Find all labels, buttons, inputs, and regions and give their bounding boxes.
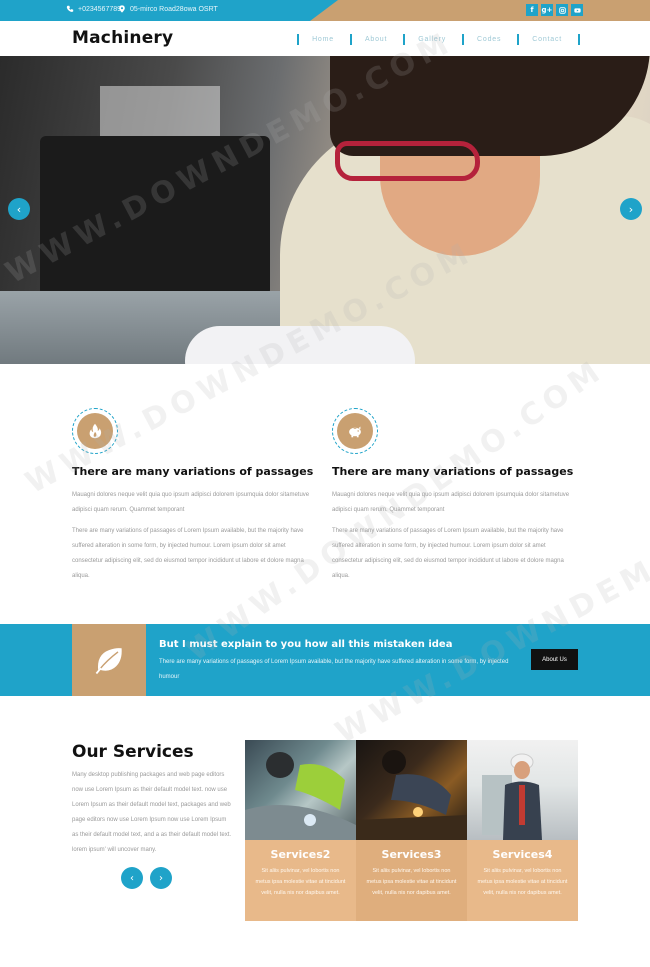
services-next-button[interactable]: › <box>150 867 172 889</box>
main-nav: Home About Gallery Codes Contact <box>297 34 580 45</box>
piggy-bank-icon <box>337 413 373 449</box>
facebook-icon[interactable]: f <box>526 4 538 16</box>
feature-body-text: There are many variations of passages of… <box>72 528 304 579</box>
leaf-icon <box>95 648 122 675</box>
feature-body-text: There are many variations of passages of… <box>332 528 564 579</box>
services-heading: Our Services <box>72 742 194 762</box>
instagram-icon[interactable] <box>556 4 568 16</box>
youtube-icon[interactable] <box>571 4 583 16</box>
service-card-body: Services3 Sit aliis pulvinar, vel lobort… <box>356 840 467 921</box>
nav-codes[interactable]: Codes <box>462 34 517 45</box>
hero-next-button[interactable]: › <box>620 198 642 220</box>
callout-banner: But I must explain to you how all this m… <box>0 624 650 696</box>
address-contact: 05-mirco Road28owa OSRT <box>118 5 218 13</box>
hero-slider: ‹ › <box>0 56 650 364</box>
location-pin-icon <box>119 5 125 13</box>
feature-icon-ring <box>332 408 378 454</box>
service-text: Sit aliis pulvinar, vel lobortis non met… <box>477 868 568 896</box>
service-text: Sit aliis pulvinar, vel lobortis non met… <box>255 868 346 896</box>
service-title: Services2 <box>270 848 331 861</box>
service-card-body: Services2 Sit aliis pulvinar, vel lobort… <box>245 840 356 921</box>
phone-number: +0234567789 <box>78 5 122 13</box>
service-title: Services4 <box>492 848 553 861</box>
feature-icon-ring <box>72 408 118 454</box>
service-image-engineer <box>467 740 578 840</box>
services-description: Many desktop publishing packages and web… <box>72 772 232 853</box>
hero-image-glove <box>185 326 415 364</box>
service-card-body: Services4 Sit aliis pulvinar, vel lobort… <box>467 840 578 921</box>
service-card[interactable]: Services2 Sit aliis pulvinar, vel lobort… <box>245 740 356 921</box>
service-title: Services3 <box>381 848 442 861</box>
nav-gallery[interactable]: Gallery <box>403 34 462 45</box>
feature-lead-text: Mauagni dolores neque velit quia quo ips… <box>332 492 570 513</box>
phone-contact: +0234567789 <box>66 5 121 13</box>
feature-lead-text: Mauagni dolores neque velit quia quo ips… <box>72 492 310 513</box>
site-logo[interactable]: Machinery <box>72 28 173 48</box>
banner-text: There are many variations of passages of… <box>159 659 509 680</box>
feature-title: There are many variations of passages <box>332 465 574 478</box>
services-carousel-controls: ‹ › <box>121 867 172 889</box>
banner-title: But I must explain to you how all this m… <box>159 639 453 650</box>
top-bar: +0234567789 05-mirco Road28owa OSRT f g+ <box>0 0 650 21</box>
hero-image-machine <box>40 136 270 296</box>
fire-icon <box>77 413 113 449</box>
services-prev-button[interactable]: ‹ <box>121 867 143 889</box>
feature-title: There are many variations of passages <box>72 465 314 478</box>
phone-icon <box>66 5 74 12</box>
hero-image-glasses <box>335 141 480 181</box>
address-text: 05-mirco Road28owa OSRT <box>130 5 218 13</box>
nav-about[interactable]: About <box>349 34 403 45</box>
google-plus-icon[interactable]: g+ <box>541 4 553 16</box>
nav-contact[interactable]: Contact <box>517 34 580 45</box>
social-links: f g+ <box>526 4 583 16</box>
top-bar-accent <box>310 0 650 21</box>
about-us-button[interactable]: About Us <box>531 649 578 670</box>
hero-prev-button[interactable]: ‹ <box>8 198 30 220</box>
leaf-icon-box <box>72 624 146 696</box>
service-card[interactable]: Services3 Sit aliis pulvinar, vel lobort… <box>356 740 467 921</box>
service-image-worker <box>356 740 467 840</box>
nav-home[interactable]: Home <box>297 34 350 45</box>
services-cards: Services2 Sit aliis pulvinar, vel lobort… <box>245 740 578 921</box>
service-card[interactable]: Services4 Sit aliis pulvinar, vel lobort… <box>467 740 578 921</box>
feature-block-1: There are many variations of passages Ma… <box>72 408 322 584</box>
site-header: Machinery Home About Gallery Codes Conta… <box>0 21 650 56</box>
service-image-welder <box>245 740 356 840</box>
service-text: Sit aliis pulvinar, vel lobortis non met… <box>366 868 457 896</box>
feature-block-2: There are many variations of passages Ma… <box>332 408 582 584</box>
